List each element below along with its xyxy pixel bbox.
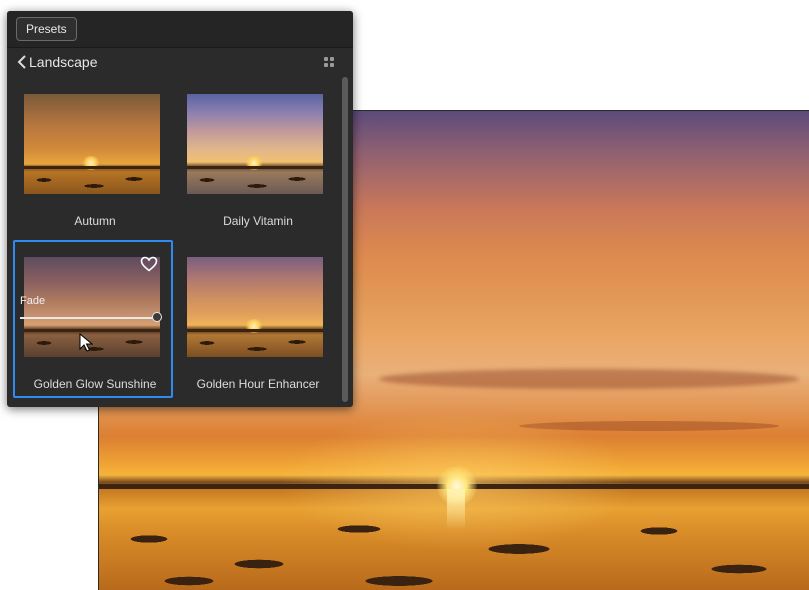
category-nav: Landscape (7, 48, 353, 76)
panel-scrollbar[interactable] (342, 77, 348, 402)
preset-label: Daily Vitamin (223, 214, 293, 228)
category-title[interactable]: Landscape (29, 54, 98, 70)
heart-icon[interactable] (140, 256, 158, 272)
grid-view-icon[interactable] (324, 57, 335, 68)
preset-tile-autumn[interactable]: Autumn (15, 84, 175, 234)
preset-thumbnail[interactable] (24, 94, 160, 194)
mouse-cursor-icon (79, 333, 93, 352)
chevron-left-icon[interactable] (15, 53, 29, 71)
scrollbar-thumb[interactable] (342, 77, 348, 402)
fade-slider-track[interactable] (20, 317, 158, 319)
photo-cloud (379, 369, 799, 389)
panel-header: Presets (7, 11, 353, 48)
preset-thumbnail[interactable] (187, 94, 323, 194)
preset-tile-daily-vitamin[interactable]: Daily Vitamin (178, 84, 338, 234)
photo-rocks (99, 509, 809, 590)
preset-thumbnail[interactable] (187, 257, 323, 357)
presets-panel: Presets Landscape Autumn Daily Vitamin G… (7, 11, 353, 407)
preset-label: Golden Hour Enhancer (196, 377, 320, 391)
fade-slider-label: Fade (20, 295, 46, 307)
presets-button[interactable]: Presets (16, 17, 77, 41)
preset-tile-golden-hour-enhancer[interactable]: Golden Hour Enhancer (178, 247, 338, 397)
preset-label: Autumn (74, 214, 116, 228)
fade-slider-handle[interactable] (152, 312, 162, 322)
